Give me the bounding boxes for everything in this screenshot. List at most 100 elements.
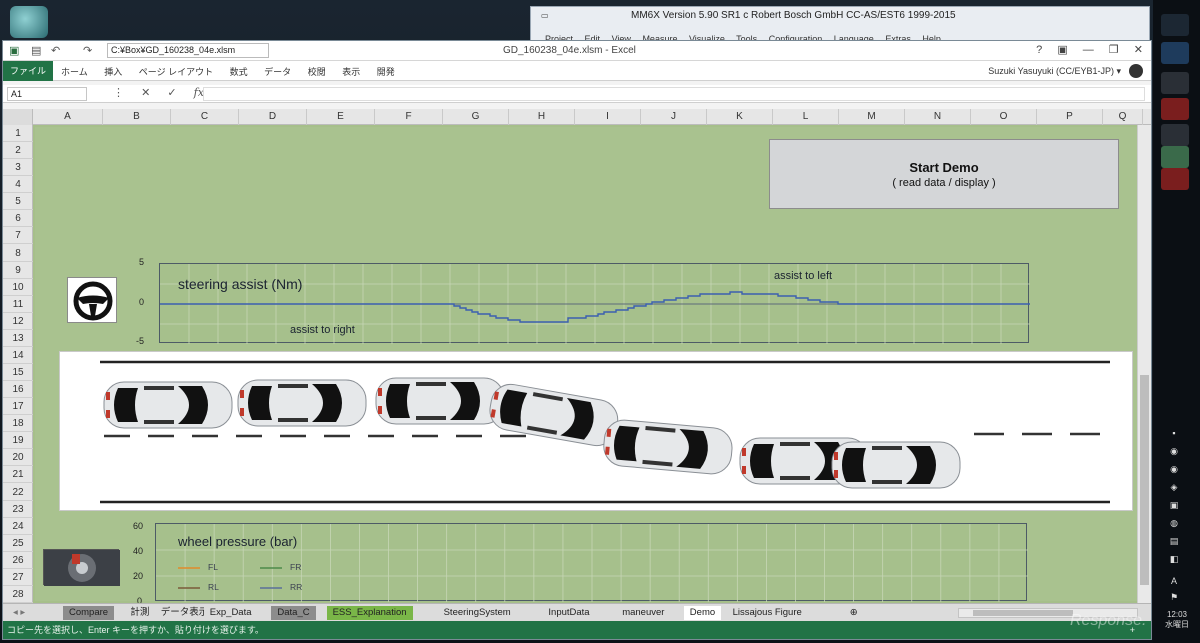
sheet-tab[interactable]: Compare xyxy=(63,606,115,620)
row-header-22[interactable]: 22 xyxy=(3,484,33,501)
column-header-c[interactable]: C xyxy=(171,109,239,125)
tab-scroll-icon[interactable]: ◂ ▸ xyxy=(7,606,31,620)
row-header-2[interactable]: 2 xyxy=(3,142,33,160)
row-header-19[interactable]: 19 xyxy=(3,432,33,450)
column-header-e[interactable]: E xyxy=(307,109,375,125)
tray-icon[interactable]: ◉ xyxy=(1167,446,1181,456)
tab-data[interactable]: データ xyxy=(264,67,291,77)
row-header-1[interactable]: 1 xyxy=(3,125,33,143)
column-header-f[interactable]: F xyxy=(375,109,443,125)
column-header-h[interactable]: H xyxy=(509,109,575,125)
row-header-23[interactable]: 23 xyxy=(3,501,33,518)
column-header-l[interactable]: L xyxy=(773,109,839,125)
column-header-a[interactable]: A xyxy=(33,109,103,125)
tray-icon[interactable]: ◍ xyxy=(1167,518,1181,528)
sheet-tab[interactable]: ⊕ xyxy=(843,606,864,620)
row-header-15[interactable]: 15 xyxy=(3,364,33,382)
tray-icon[interactable]: ◈ xyxy=(1167,482,1181,492)
tray-icon[interactable]: ◉ xyxy=(1167,464,1181,474)
tab-review[interactable]: 校閲 xyxy=(308,67,326,77)
desktop-app-icon[interactable] xyxy=(10,6,48,38)
row-header-9[interactable]: 9 xyxy=(3,262,33,279)
select-all-corner[interactable] xyxy=(3,109,33,125)
column-header-b[interactable]: B xyxy=(103,109,171,125)
tray-icon[interactable]: ⚑ xyxy=(1167,592,1181,602)
ribbon-display-icon[interactable]: ▣ xyxy=(1057,44,1067,56)
formula-input[interactable] xyxy=(203,87,1145,101)
row-header-26[interactable]: 26 xyxy=(3,552,33,569)
row-header-13[interactable]: 13 xyxy=(3,330,33,347)
name-box[interactable]: A1 xyxy=(7,87,87,101)
tab-file[interactable]: ファイル xyxy=(3,61,53,81)
tab-insert[interactable]: 挿入 xyxy=(104,67,122,77)
tray-icon[interactable]: ▣ xyxy=(1167,500,1181,510)
file-path-dropdown[interactable]: C:¥Box¥GD_160238_04e.xlsm xyxy=(107,43,269,58)
taskbar-excel-icon[interactable] xyxy=(1161,146,1189,168)
tray-icon[interactable]: ▪ xyxy=(1167,428,1181,438)
help-icon[interactable]: ? xyxy=(1036,44,1042,56)
row-header-28[interactable]: 28 xyxy=(3,586,33,603)
mm6x-window[interactable]: ▭ MM6X Version 5.90 SR1 c Robert Bosch G… xyxy=(530,6,1150,44)
redo-icon[interactable]: ↷ xyxy=(83,44,92,57)
cancel-icon[interactable]: ✕ xyxy=(141,87,150,99)
row-header-11[interactable]: 11 xyxy=(3,296,33,313)
column-header-d[interactable]: D xyxy=(239,109,307,125)
row-header-20[interactable]: 20 xyxy=(3,449,33,467)
row-header-10[interactable]: 10 xyxy=(3,279,33,296)
row-header-27[interactable]: 27 xyxy=(3,569,33,586)
column-header-o[interactable]: O xyxy=(971,109,1037,125)
close-icon[interactable]: ✕ xyxy=(1134,44,1143,56)
column-header-q[interactable]: Q xyxy=(1103,109,1143,125)
tray-icon[interactable]: ◧ xyxy=(1167,554,1181,564)
row-header-5[interactable]: 5 xyxy=(3,193,33,211)
column-header-m[interactable]: M xyxy=(839,109,905,125)
tab-page-layout[interactable]: ページ レイアウト xyxy=(139,67,213,77)
row-header-14[interactable]: 14 xyxy=(3,347,33,364)
sheet-tab[interactable]: ESS_Explanation xyxy=(326,606,413,620)
row-header-8[interactable]: 8 xyxy=(3,245,33,262)
column-header-i[interactable]: I xyxy=(575,109,641,125)
taskbar-app-icon[interactable] xyxy=(1161,124,1189,146)
tab-home[interactable]: ホーム xyxy=(61,67,88,77)
row-header-17[interactable]: 17 xyxy=(3,398,33,416)
sheet-tab[interactable]: Exp_Data xyxy=(203,606,258,620)
row-header-24[interactable]: 24 xyxy=(3,518,33,535)
ime-icon[interactable]: A xyxy=(1167,576,1181,586)
taskbar-app-icon[interactable] xyxy=(1161,98,1189,120)
sheet-tab[interactable]: maneuver xyxy=(616,606,671,620)
column-header-p[interactable]: P xyxy=(1037,109,1103,125)
row-header-6[interactable]: 6 xyxy=(3,210,33,228)
tray-icon[interactable]: ▤ xyxy=(1167,536,1181,546)
save-icon[interactable]: ▤ xyxy=(31,44,41,57)
worksheet-grid[interactable]: Start Demo ( read data / display ) steer… xyxy=(33,125,1139,603)
taskbar-app-icon[interactable] xyxy=(1161,14,1189,36)
tab-view[interactable]: 表示 xyxy=(342,67,360,77)
sheet-tab[interactable]: Data_C xyxy=(271,606,316,620)
sheet-tab[interactable]: InputData xyxy=(542,606,596,620)
row-header-7[interactable]: 7 xyxy=(3,227,33,245)
taskbar-clock[interactable]: 12:03 水曜日 xyxy=(1157,610,1197,630)
horizontal-scroll-thumb[interactable] xyxy=(973,610,1073,616)
column-header-k[interactable]: K xyxy=(707,109,773,125)
enter-icon[interactable]: ✓ xyxy=(167,87,176,99)
taskbar-app-icon[interactable] xyxy=(1161,168,1189,190)
tab-developer[interactable]: 開発 xyxy=(377,67,395,77)
row-header-12[interactable]: 12 xyxy=(3,313,33,330)
sheet-tab[interactable]: Lissajous Figure xyxy=(726,606,808,620)
vertical-scroll-thumb[interactable] xyxy=(1140,375,1149,585)
row-header-4[interactable]: 4 xyxy=(3,176,33,194)
taskbar-app-icon[interactable] xyxy=(1161,42,1189,64)
user-account[interactable]: Suzuki Yasuyuki (CC/EYB1-JP) ▾ xyxy=(988,66,1121,77)
more-icon[interactable]: ⋮ xyxy=(113,87,124,99)
tab-formulas[interactable]: 数式 xyxy=(230,67,248,77)
row-header-21[interactable]: 21 xyxy=(3,466,33,484)
column-header-n[interactable]: N xyxy=(905,109,971,125)
taskbar-app-icon[interactable] xyxy=(1161,72,1189,94)
vertical-scrollbar[interactable] xyxy=(1137,125,1151,603)
row-header-16[interactable]: 16 xyxy=(3,381,33,399)
sheet-tab[interactable]: SteeringSystem xyxy=(437,606,517,620)
sheet-tab[interactable]: Demo xyxy=(683,606,722,620)
row-header-18[interactable]: 18 xyxy=(3,415,33,433)
start-demo-button[interactable]: Start Demo ( read data / display ) xyxy=(769,139,1119,209)
row-header-25[interactable]: 25 xyxy=(3,535,33,552)
